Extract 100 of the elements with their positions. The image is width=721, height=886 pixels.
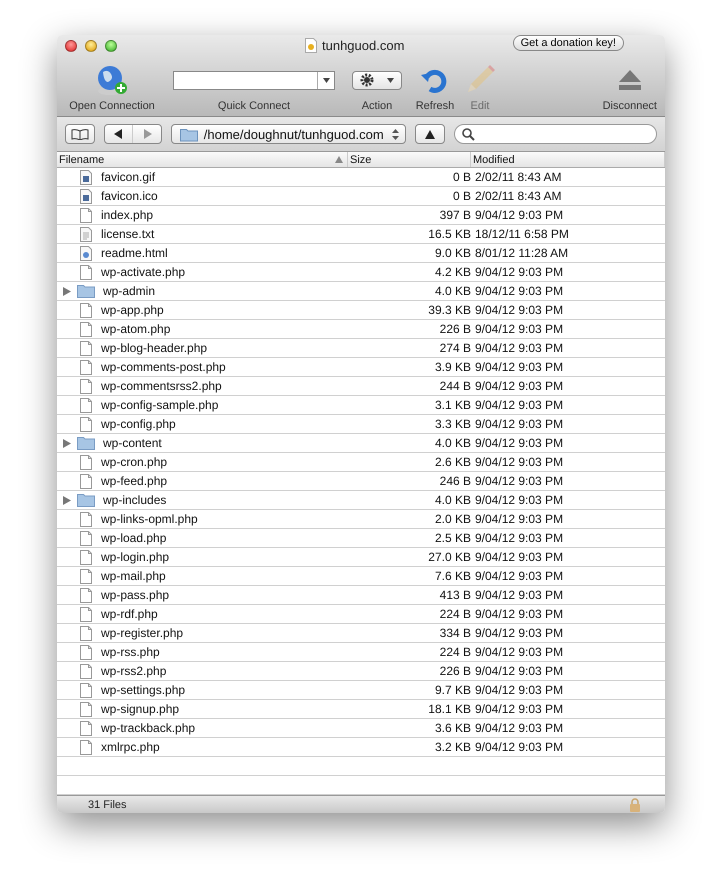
size-cell: 3.9 KB — [434, 360, 471, 374]
file-count: 31 Files — [88, 798, 127, 810]
size-cell: 4.0 KB — [434, 284, 471, 298]
modified-cell: 9/04/12 9:03 PM — [475, 626, 564, 640]
modified-cell: 2/02/11 8:43 AM — [475, 170, 562, 184]
filename-cell[interactable]: wp-pass.php — [101, 588, 170, 602]
filename-cell[interactable]: wp-settings.php — [101, 683, 186, 697]
web-file-icon — [80, 246, 92, 260]
size-cell: 4.0 KB — [434, 493, 471, 507]
modified-cell: 9/04/12 9:03 PM — [475, 569, 564, 583]
filename-cell[interactable]: wp-feed.php — [101, 474, 168, 488]
filename-cell[interactable]: wp-comments-post.php — [101, 360, 226, 374]
filename-cell[interactable]: wp-register.php — [101, 626, 184, 640]
folder-icon — [77, 436, 95, 450]
modified-cell: 9/04/12 9:03 PM — [475, 436, 564, 450]
size-cell: 413 B — [440, 588, 471, 602]
filename-cell[interactable]: wp-activate.php — [101, 265, 186, 279]
modified-cell: 9/04/12 9:03 PM — [475, 721, 564, 735]
action-button[interactable] — [352, 70, 402, 90]
filename-cell[interactable]: wp-links-opml.php — [101, 512, 198, 526]
lock-icon — [629, 798, 641, 812]
disclosure-triangle[interactable] — [63, 496, 71, 504]
filename-cell[interactable]: index.php — [101, 208, 154, 222]
size-cell: 246 B — [440, 474, 471, 488]
folder-icon — [77, 493, 95, 507]
size-cell: 9.0 KB — [434, 246, 471, 260]
modified-cell: 9/04/12 9:03 PM — [475, 607, 564, 621]
size-cell: 18.1 KB — [428, 702, 471, 716]
size-cell: 244 B — [440, 379, 471, 393]
filename-cell[interactable]: license.txt — [101, 227, 154, 241]
modified-cell: 2/02/11 8:43 AM — [475, 189, 562, 203]
size-cell: 3.1 KB — [434, 398, 471, 412]
filename-cell[interactable]: wp-admin — [103, 284, 156, 298]
path-dropdown[interactable]: /home/doughnut/tunhguod.com — [170, 124, 406, 144]
filename-cell[interactable]: wp-rdf.php — [101, 607, 158, 621]
modified-cell: 9/04/12 9:03 PM — [475, 531, 564, 545]
filename-cell[interactable]: wp-login.php — [101, 550, 170, 564]
image-file-icon — [80, 188, 92, 204]
modified-cell: 9/04/12 9:03 PM — [475, 398, 564, 412]
filename-cell[interactable]: favicon.ico — [101, 189, 158, 203]
parent-folder-button[interactable] — [414, 124, 445, 144]
search-field[interactable] — [454, 124, 657, 144]
disclosure-triangle[interactable] — [63, 438, 71, 448]
modified-cell: 9/04/12 9:03 PM — [475, 683, 564, 697]
filename-cell[interactable]: wp-content — [103, 436, 162, 450]
filename-cell[interactable]: wp-mail.php — [101, 569, 166, 583]
eject-icon[interactable] — [616, 68, 643, 92]
modified-cell: 9/04/12 9:03 PM — [475, 208, 564, 222]
globe-icon[interactable] — [95, 64, 129, 96]
filename-cell[interactable]: wp-trackback.php — [101, 721, 196, 735]
file-icon — [80, 264, 92, 280]
text-file-icon — [80, 226, 92, 242]
search-icon — [462, 128, 475, 140]
folder-icon — [77, 284, 95, 298]
modified-cell: 18/12/11 6:58 PM — [475, 227, 569, 241]
bookmarks-button[interactable] — [65, 124, 96, 144]
size-cell: 226 B — [440, 322, 471, 336]
minimize-button[interactable] — [85, 40, 97, 52]
filename-cell[interactable]: wp-app.php — [101, 303, 164, 317]
modified-cell: 9/04/12 9:03 PM — [475, 664, 564, 678]
file-icon — [80, 208, 92, 222]
filename-cell[interactable]: wp-blog-header.php — [101, 341, 208, 355]
filename-cell[interactable]: readme.html — [101, 246, 168, 260]
filename-cell[interactable]: wp-config-sample.php — [101, 398, 218, 412]
modified-cell: 8/01/12 11:28 AM — [475, 246, 568, 260]
size-cell: 3.2 KB — [434, 740, 471, 754]
modified-cell: 9/04/12 9:03 PM — [475, 455, 564, 469]
file-icon — [80, 378, 92, 394]
filename-cell[interactable]: xmlrpc.php — [101, 740, 160, 754]
stepper-icon — [392, 128, 399, 140]
filename-cell[interactable]: wp-load.php — [101, 531, 166, 545]
filename-cell[interactable]: favicon.gif — [101, 170, 156, 184]
file-icon — [80, 398, 92, 412]
file-icon — [80, 644, 92, 660]
forward-icon — [142, 129, 152, 139]
filename-cell[interactable]: wp-rss2.php — [101, 664, 166, 678]
file-icon — [80, 568, 92, 584]
size-cell: 274 B — [440, 341, 471, 355]
filename-cell[interactable]: wp-cron.php — [101, 455, 168, 469]
file-icon — [80, 474, 92, 488]
toolbar-label: Edit — [470, 100, 490, 112]
column-header[interactable]: Size — [348, 152, 471, 167]
quick-connect-field[interactable] — [173, 70, 335, 90]
filename-cell[interactable]: wp-atom.php — [101, 322, 170, 336]
toolbar-label: Disconnect — [602, 100, 657, 112]
caret-icon — [322, 78, 330, 82]
column-header[interactable]: Filename — [57, 152, 348, 167]
filename-cell[interactable]: wp-signup.php — [101, 702, 180, 716]
filename-cell[interactable]: wp-includes — [103, 493, 166, 507]
filename-cell[interactable]: wp-rss.php — [101, 645, 160, 659]
column-header[interactable]: Modified — [471, 152, 665, 167]
donation-button[interactable]: Get a donation key! — [512, 35, 624, 51]
file-icon — [80, 454, 92, 470]
close-button[interactable] — [65, 40, 77, 52]
file-icon — [80, 416, 92, 432]
disclosure-triangle[interactable] — [63, 286, 71, 296]
zoom-button[interactable] — [105, 40, 117, 52]
filename-cell[interactable]: wp-commentsrss2.php — [101, 379, 222, 393]
filename-cell[interactable]: wp-config.php — [101, 417, 176, 431]
file-icon — [80, 664, 92, 678]
